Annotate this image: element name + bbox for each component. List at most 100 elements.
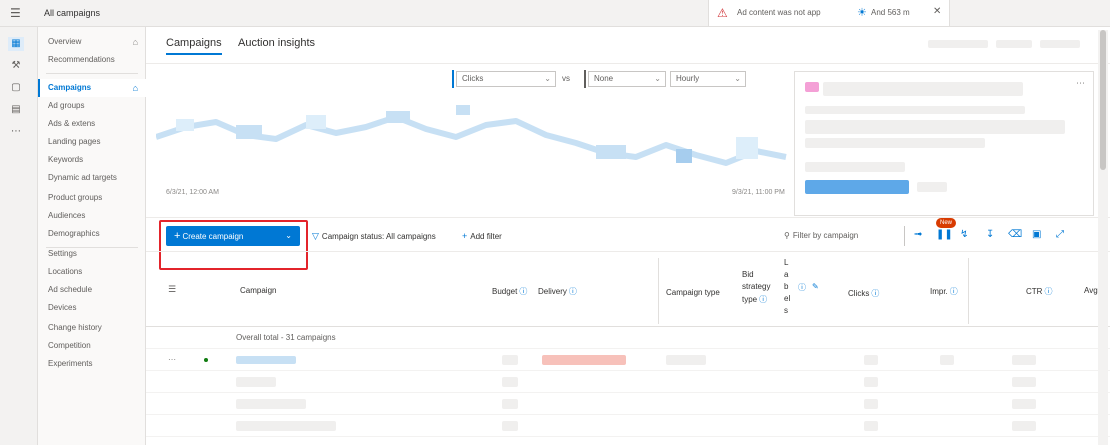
delete-icon[interactable]: ⌫ <box>1008 229 1022 240</box>
sidebar-item-ad-schedule[interactable]: Ad schedule <box>38 281 146 299</box>
redacted-campaign-name[interactable] <box>236 399 306 409</box>
help-icon[interactable]: ⓘ <box>871 289 879 298</box>
sidebar-item-change-history[interactable]: Change history <box>38 319 146 337</box>
metric2-select[interactable]: None ⌄ <box>584 70 666 88</box>
interval-select[interactable]: Hourly ⌄ <box>670 71 746 87</box>
columns-icon[interactable]: ▣ <box>1032 229 1041 240</box>
column-clicks[interactable]: Clicks ⓘ <box>848 288 879 299</box>
column-budget[interactable]: Budget ⓘ <box>492 286 527 297</box>
sidebar-item-dynamic-ad-targets[interactable]: Dynamic ad targets <box>38 169 146 187</box>
column-labels-b[interactable]: b <box>784 282 788 291</box>
column-labels-a[interactable]: a <box>784 270 788 279</box>
expand-icon[interactable]: ⤢ <box>1056 229 1064 240</box>
column-menu-icon[interactable]: ☰ <box>168 284 176 295</box>
more-options-icon[interactable]: ⋯ <box>1076 78 1085 89</box>
chart-svg <box>156 105 787 166</box>
main-content: Campaigns Auction insights Clicks ⌄ vs N… <box>146 27 1110 445</box>
redacted-cell <box>502 355 518 365</box>
sidebar-item-overview[interactable]: Overview ⌂ <box>38 33 146 51</box>
tab-campaigns[interactable]: Campaigns <box>166 37 222 55</box>
download-icon[interactable]: ↧ <box>986 229 994 240</box>
campaign-filter-input[interactable]: ⚲ Filter by campaign <box>776 226 896 246</box>
column-campaign[interactable]: Campaign <box>240 286 276 295</box>
metric2-color-bar <box>584 70 586 88</box>
sidebar-item-recommendations[interactable]: Recommendations <box>38 51 146 69</box>
chart-blur-block <box>176 119 194 131</box>
tab-auction-insights[interactable]: Auction insights <box>238 37 315 49</box>
help-icon[interactable]: ⓘ <box>1044 287 1052 296</box>
column-labels-el[interactable]: el <box>784 294 790 303</box>
scrollbar-thumb[interactable] <box>1100 30 1106 170</box>
card-action-button[interactable] <box>805 180 909 194</box>
tag-rail-icon[interactable]: ▢ <box>8 81 24 95</box>
row-menu-icon[interactable]: ⋯ <box>168 355 176 364</box>
help-icon[interactable]: ⓘ <box>759 295 767 304</box>
sidebar-item-campaigns[interactable]: Campaigns ⌂ <box>38 79 146 97</box>
page-scrollbar[interactable] <box>1098 30 1108 445</box>
sidebar-item-audiences[interactable]: Audiences <box>38 207 146 225</box>
edit-icon[interactable]: ➟ <box>914 229 922 240</box>
filter-icon: ▽ <box>312 231 319 241</box>
column-avg[interactable]: Avg <box>1084 286 1098 295</box>
status-filter-button[interactable]: ▽ Campaign status: All campaigns <box>312 231 436 242</box>
pencil-icon[interactable]: ✎ <box>812 282 819 291</box>
breadcrumb[interactable]: All campaigns <box>44 8 100 18</box>
table-row[interactable] <box>146 393 1110 415</box>
sidebar-item-label: Recommendations <box>48 55 115 64</box>
warning-text[interactable]: Ad content was not app <box>737 8 821 17</box>
home-icon: ⌂ <box>132 37 138 47</box>
interval-value: Hourly <box>676 74 700 83</box>
hamburger-icon[interactable]: ☰ <box>10 7 22 19</box>
metric1-color-bar <box>452 70 454 88</box>
sidebar-item-label: Demographics <box>48 229 100 238</box>
metric1-select[interactable]: Clicks ⌄ <box>452 70 556 88</box>
column-labels-l[interactable]: L <box>784 258 788 267</box>
sidebar-item-experiments[interactable]: Experiments <box>38 355 146 373</box>
help-icon[interactable]: ⓘ <box>798 282 806 293</box>
help-icon[interactable]: ⓘ <box>950 287 958 296</box>
redacted-campaign-name[interactable] <box>236 421 336 431</box>
chevron-down-icon: ⌄ <box>734 74 741 83</box>
pause-icon[interactable]: ❚❚ <box>936 229 953 240</box>
recommendation-count[interactable]: And 563 m <box>871 8 910 17</box>
column-bid-strategy-line3[interactable]: type ⓘ <box>742 294 767 305</box>
column-labels-s[interactable]: s <box>784 306 788 315</box>
table-row[interactable]: ⋯ <box>146 349 1110 371</box>
sidebar-item-settings[interactable]: Settings <box>38 245 146 263</box>
sidebar-item-ads-extens[interactable]: Ads & extens <box>38 115 146 133</box>
tools-rail-icon[interactable]: ⚒ <box>8 59 24 73</box>
column-impr[interactable]: Impr. ⓘ <box>930 286 958 297</box>
redacted-campaign-name[interactable] <box>236 377 276 387</box>
campaigns-rail-icon[interactable]: ▦ <box>8 37 24 51</box>
sidebar-item-locations[interactable]: Locations <box>38 263 146 281</box>
add-filter-button[interactable]: + Add filter <box>462 231 502 241</box>
sidebar-item-demographics[interactable]: Demographics <box>38 225 146 243</box>
redacted-campaign-name[interactable] <box>236 356 296 364</box>
nav-divider <box>46 73 138 74</box>
table-row[interactable] <box>146 415 1110 437</box>
sidebar-item-keywords[interactable]: Keywords <box>38 151 146 169</box>
more-rail-icon[interactable]: ⋯ <box>8 125 24 139</box>
add-filter-label: Add filter <box>470 232 502 241</box>
reports-rail-icon[interactable]: ▤ <box>8 103 24 117</box>
redacted-cell <box>1012 399 1036 409</box>
sidebar-item-label: Ads & extens <box>48 119 96 128</box>
automation-icon[interactable]: ↯ <box>960 229 968 240</box>
table-row[interactable] <box>146 371 1110 393</box>
sidebar-item-landing-pages[interactable]: Landing pages <box>38 133 146 151</box>
column-delivery[interactable]: Delivery ⓘ <box>538 286 577 297</box>
chart-start-date: 6/3/21, 12:00 AM <box>166 189 219 196</box>
status-filter-label: Campaign status: All campaigns <box>321 232 436 241</box>
help-icon[interactable]: ⓘ <box>569 287 577 296</box>
column-campaign-type[interactable]: Campaign type <box>666 288 720 297</box>
column-ctr[interactable]: CTR ⓘ <box>1026 286 1052 297</box>
sidebar-item-product-groups[interactable]: Product groups <box>38 189 146 207</box>
sidebar-item-ad-groups[interactable]: Ad groups <box>38 97 146 115</box>
help-icon[interactable]: ⓘ <box>519 287 527 296</box>
sidebar-item-competition[interactable]: Competition <box>38 337 146 355</box>
chart-blur-block <box>306 115 326 129</box>
sidebar-item-devices[interactable]: Devices <box>38 299 146 317</box>
column-bid-strategy-line2[interactable]: strategy <box>742 282 770 291</box>
close-icon[interactable]: ✕ <box>933 6 941 17</box>
column-bid-strategy-line1[interactable]: Bid <box>742 270 754 279</box>
